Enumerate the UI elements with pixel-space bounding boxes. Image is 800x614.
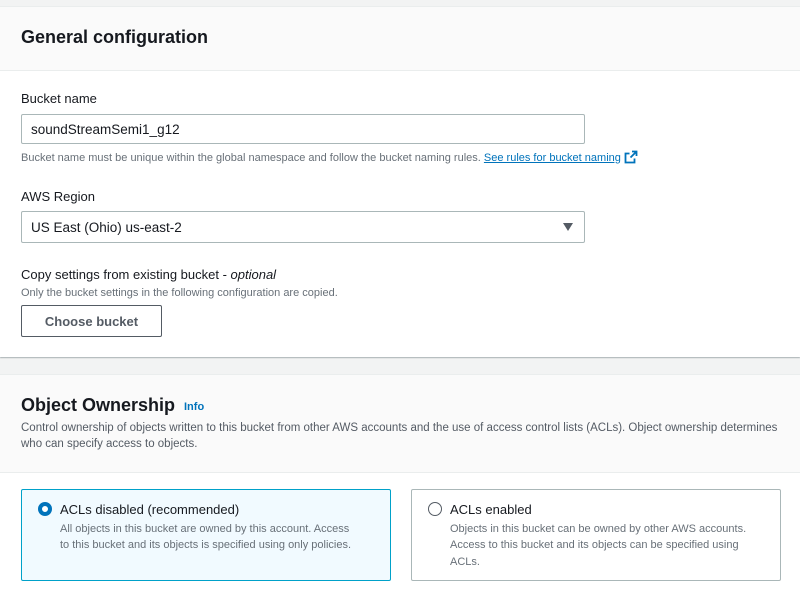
bucket-name-label: Bucket name — [21, 91, 97, 106]
object-ownership-description: Control ownership of objects written to … — [21, 422, 778, 450]
radio-button-unchecked[interactable] — [428, 502, 442, 516]
optional-tag: optional — [230, 267, 277, 282]
section-title: Object Ownership — [21, 395, 176, 415]
choose-bucket-button[interactable]: Choose bucket — [21, 305, 162, 337]
aws-region-selected-value: US East (Ohio) us-east-2 — [31, 220, 182, 235]
acls-enabled-option[interactable]: ACLs enabled Objects in this bucket can … — [411, 489, 781, 581]
option-label: ACLs enabled — [450, 502, 532, 517]
option-description: Objects in this bucket can be owned by o… — [450, 523, 747, 568]
aws-region-label: AWS Region — [21, 189, 95, 204]
bucket-name-input[interactable] — [21, 114, 585, 144]
section-title: General configuration — [21, 27, 209, 47]
acls-disabled-option[interactable]: ACLs disabled (recommended) All objects … — [21, 489, 391, 581]
info-link[interactable]: Info — [184, 401, 204, 413]
caret-down-icon — [563, 223, 573, 231]
option-label: ACLs disabled (recommended) — [60, 502, 240, 517]
general-configuration-panel: General configuration Bucket name Bucket… — [0, 6, 800, 357]
aws-region-select[interactable]: US East (Ohio) us-east-2 — [21, 211, 585, 243]
bucket-name-hint-text: Bucket name must be unique within the gl… — [21, 152, 481, 164]
external-link-icon — [624, 150, 638, 164]
copy-settings-label: Copy settings from existing bucket - opt… — [21, 267, 277, 282]
copy-settings-hint: Only the bucket settings in the followin… — [21, 287, 338, 299]
option-description: All objects in this bucket are owned by … — [60, 523, 352, 552]
rules-for-bucket-naming-link[interactable]: See rules for bucket naming — [484, 150, 638, 164]
object-ownership-header: Object Ownership Info Control ownership … — [0, 375, 800, 473]
object-ownership-panel: Object Ownership Info Control ownership … — [0, 374, 800, 614]
bucket-name-hint: Bucket name must be unique within the gl… — [21, 150, 638, 164]
radio-button-checked[interactable] — [38, 502, 52, 516]
general-configuration-header: General configuration — [0, 7, 800, 71]
